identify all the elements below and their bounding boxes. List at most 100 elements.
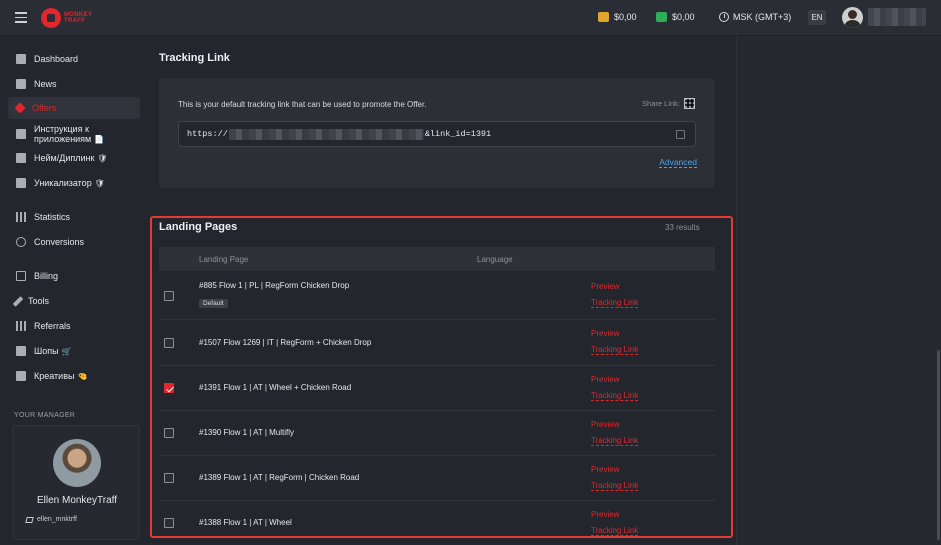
referrals-icon [16,321,26,331]
tracking-link-input[interactable]: https:// &link_id=1391 [178,121,696,147]
row-tracking-link[interactable]: Tracking Link [591,481,639,491]
sidebar-item-label: Billing [34,271,59,281]
main-content: Tracking Link This is your default track… [148,36,736,545]
user-avatar[interactable] [842,7,863,28]
qr-code-icon[interactable] [684,98,695,109]
tag-icon [14,102,26,114]
table-row: #1507 Flow 1269 | IT | RegForm + Chicken… [159,320,715,366]
sidebar-item-billing[interactable]: Billing [8,265,140,287]
landing-pages-title: Landing Pages [159,221,238,233]
copy-icon[interactable] [676,130,685,139]
sidebar-item-label: Нейм/Диплинк 🛡 [34,153,108,163]
column-landing-page: Landing Page [199,254,249,264]
table-header: Landing Page Language [159,247,715,271]
conversion-icon [16,237,26,247]
preview-link[interactable]: Preview [591,329,619,338]
sidebar-item-deeplink[interactable]: Нейм/Диплинк 🛡 [8,147,140,169]
column-language: Language [477,254,513,264]
logo-text: MONKEY TRAFF [64,12,93,24]
timezone[interactable]: MSK (GMT+3) [719,12,791,22]
sidebar-item-offers[interactable]: Offers [8,97,140,119]
sidebar-item-label: Statistics [34,212,71,222]
manager-title: YOUR MANAGER [14,412,76,419]
sidebar-item-label: Инструкция к приложениям 📄 [34,123,105,144]
landing-name: #1507 Flow 1269 | IT | RegForm + Chicken… [199,338,372,347]
wallet-icon [598,12,609,22]
menu-icon[interactable] [15,12,27,23]
row-checkbox[interactable] [164,473,174,483]
row-tracking-link[interactable]: Tracking Link [591,345,639,355]
table-row: #1388 Flow 1 | AT | Wheel Preview Tracki… [159,501,715,537]
landing-name: #1390 Flow 1 | AT | Multifly [199,428,295,437]
manager-avatar [53,439,101,487]
row-checkbox-checked[interactable] [164,383,174,393]
sidebar-item-dashboard[interactable]: Dashboard [8,48,140,70]
default-badge: Default [199,299,228,308]
balance-main[interactable]: $0,00 [598,12,637,22]
sidebar-item-creatives[interactable]: Креативы 🤏 [8,365,140,387]
table-row: #1390 Flow 1 | AT | Multifly Preview Tra… [159,411,715,456]
user-name-redacted[interactable] [868,8,926,26]
doc-icon [16,129,26,139]
share-link[interactable]: Share Link: [642,98,695,109]
preview-link[interactable]: Preview [591,465,619,474]
sidebar-item-tools[interactable]: Tools [8,290,140,312]
row-tracking-link[interactable]: Tracking Link [591,526,639,536]
sidebar-item-label: Dashboard [34,54,79,64]
sidebar-item-label: Offers [32,103,57,113]
preview-link[interactable]: Preview [591,282,619,291]
monkey-logo-icon [41,8,61,28]
bars-icon [16,212,26,222]
preview-link[interactable]: Preview [591,510,619,519]
wallet-icon [656,12,667,22]
row-tracking-link[interactable]: Tracking Link [591,436,639,446]
sidebar-item-label: Креативы 🤏 [34,371,88,381]
manager-telegram-link[interactable]: ellen_mnktrff [25,516,77,523]
doc-icon [16,346,26,356]
manager-card: Ellen MonkeyTraff ellen_mnktrff [12,425,140,540]
row-tracking-link[interactable]: Tracking Link [591,298,639,308]
link-redacted [228,128,424,140]
sidebar-item-uniquizer[interactable]: Уникализатор 🛡 [8,172,140,194]
dashboard-icon [16,54,26,64]
doc-icon [16,371,26,381]
table-row: #1391 Flow 1 | AT | Wheel + Chicken Road… [159,366,715,411]
sidebar-item-referrals[interactable]: Referrals [8,315,140,337]
language-switcher[interactable]: EN [808,10,826,25]
table-row: #1389 Flow 1 | AT | RegForm | Chicken Ro… [159,456,715,501]
manager-telegram-handle: ellen_mnktrff [37,516,77,523]
doc-icon [16,178,26,188]
row-checkbox[interactable] [164,428,174,438]
clock-icon [719,12,729,22]
landing-name: #1391 Flow 1 | AT | Wheel + Chicken Road [199,383,352,392]
landing-name: #885 Flow 1 | PL | RegForm Chicken Drop [199,281,350,290]
top-bar: MONKEY TRAFF $0,00 $0,00 MSK (GMT+3) EN [0,0,941,36]
balance-main-value: $0,00 [614,12,637,22]
preview-link[interactable]: Preview [591,420,619,429]
row-checkbox[interactable] [164,338,174,348]
sidebar-item-shops[interactable]: Шопы 🛒 [8,340,140,362]
sidebar-item-label: Уникализатор 🛡 [34,178,105,188]
balance-hold[interactable]: $0,00 [656,12,695,22]
advanced-link[interactable]: Advanced [659,157,697,168]
row-tracking-link[interactable]: Tracking Link [591,391,639,401]
landing-name: #1388 Flow 1 | AT | Wheel [199,518,292,527]
table-row: #885 Flow 1 | PL | RegForm Chicken Drop … [159,271,715,320]
card-icon [16,271,26,281]
share-link-label: Share Link: [642,99,680,108]
preview-link[interactable]: Preview [591,375,619,384]
row-checkbox[interactable] [164,291,174,301]
logo[interactable]: MONKEY TRAFF [41,8,98,28]
link-suffix: &link_id=1391 [424,129,492,139]
results-count: 33 results [665,223,700,232]
sidebar-item-label: Conversions [34,237,85,247]
tracking-link-card: This is your default tracking link that … [159,78,715,188]
sidebar-item-instructions[interactable]: Инструкция к приложениям 📄 [8,122,140,146]
sidebar-item-conversions[interactable]: Conversions [8,231,140,253]
sidebar-item-news[interactable]: News [8,73,140,95]
manager-name: Ellen MonkeyTraff [36,495,118,506]
row-checkbox[interactable] [164,518,174,528]
sidebar-item-statistics[interactable]: Statistics [8,206,140,228]
tracking-link-description: This is your default tracking link that … [178,100,427,109]
scrollbar[interactable] [937,350,940,540]
